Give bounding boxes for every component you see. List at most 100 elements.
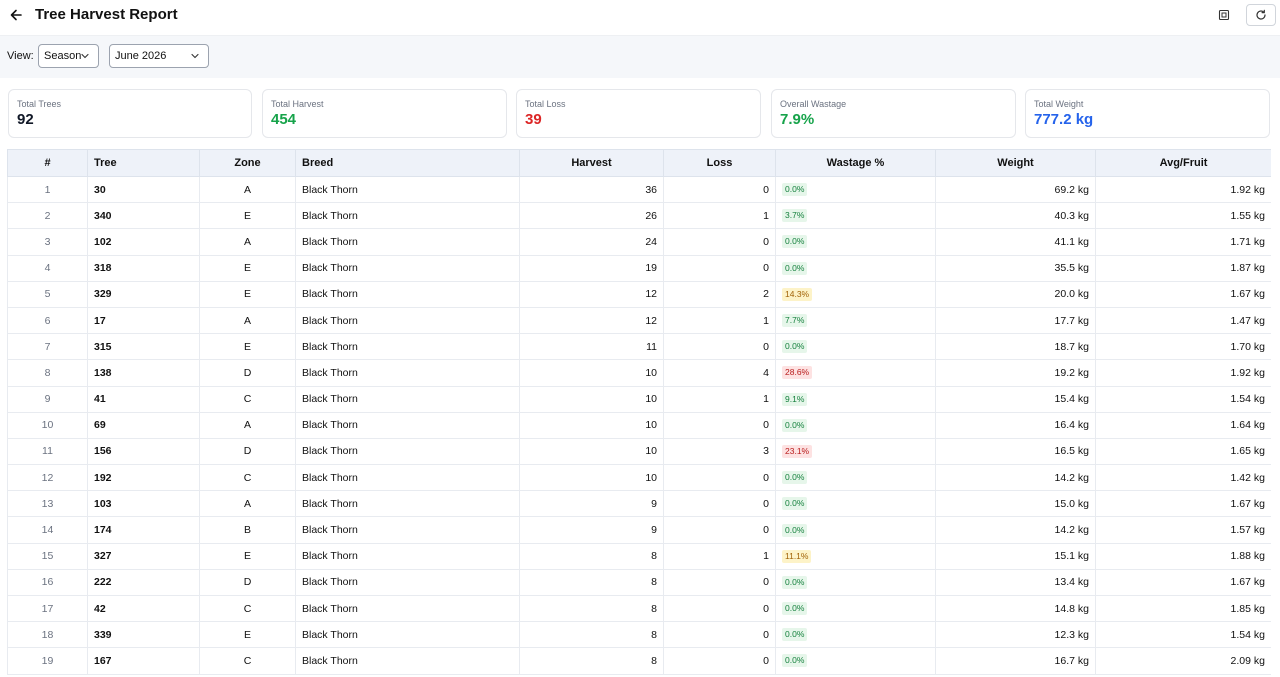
month-select[interactable]: June 2026 xyxy=(109,44,209,68)
weight-cell: 69.2 kg xyxy=(935,175,1096,204)
avg-fruit-cell: 1.47 kg xyxy=(1095,306,1271,335)
wastage-cell: 28.6% xyxy=(775,359,936,387)
wastage-cell: 0.0% xyxy=(775,175,936,204)
zone-cell: D xyxy=(199,437,296,466)
breed-cell: Black Thorn xyxy=(295,568,520,597)
harvest-cell: 8 xyxy=(519,568,664,597)
zone-cell: A xyxy=(199,175,296,204)
breed-cell: Black Thorn xyxy=(295,333,520,361)
export-button[interactable] xyxy=(1216,7,1232,23)
harvest-cell: 8 xyxy=(519,594,664,623)
overall-wastage-card: Overall Wastage 7.9% xyxy=(771,89,1016,138)
row-number: 19 xyxy=(7,647,88,675)
overall-wastage-value: 7.9% xyxy=(780,111,815,128)
tree-id: 174 xyxy=(87,516,200,544)
table-row[interactable]: 1 30 A Black Thorn 36 0 0.0% 69.2 kg 1.92 kg xyxy=(7,175,1271,204)
table-row[interactable]: 14 174 B Black Thorn 9 0 0.0% 14.2 kg 1.57 kg xyxy=(7,516,1271,544)
chevron-down-icon xyxy=(191,53,199,59)
table-row[interactable]: 10 69 A Black Thorn 10 0 0.0% 16.4 kg 1.64 kg xyxy=(7,411,1271,439)
table-row[interactable]: 4 318 E Black Thorn 19 0 0.0% 35.5 kg 1.87 kg xyxy=(7,254,1271,282)
tree-id: 138 xyxy=(87,359,200,387)
table-row[interactable]: 8 138 D Black Thorn 10 4 28.6% 19.2 kg 1.92 kg xyxy=(7,359,1271,387)
loss-cell: 0 xyxy=(663,621,776,649)
tree-id: 103 xyxy=(87,490,200,518)
loss-cell: 2 xyxy=(663,280,776,308)
col-header-number[interactable]: # xyxy=(7,149,88,177)
tree-id: 102 xyxy=(87,228,200,256)
table-row[interactable]: 11 156 D Black Thorn 10 3 23.1% 16.5 kg 1.65 kg xyxy=(7,437,1271,466)
col-header-wastage[interactable]: Wastage % xyxy=(775,149,936,177)
tree-id: 329 xyxy=(87,280,200,308)
weight-cell: 13.4 kg xyxy=(935,568,1096,597)
table-row[interactable]: 9 41 C Black Thorn 10 1 9.1% 15.4 kg 1.54 kg xyxy=(7,385,1271,413)
loss-cell: 0 xyxy=(663,594,776,623)
col-header-zone[interactable]: Zone xyxy=(199,149,296,177)
table-row[interactable]: 16 222 D Black Thorn 8 0 0.0% 13.4 kg 1.67 kg xyxy=(7,568,1271,597)
wastage-cell: 0.0% xyxy=(775,621,936,649)
table-row[interactable]: 12 192 C Black Thorn 10 0 0.0% 14.2 kg 1.42 kg xyxy=(7,464,1271,492)
zone-cell: A xyxy=(199,306,296,335)
col-header-harvest[interactable]: Harvest xyxy=(519,149,664,177)
avg-fruit-cell: 1.71 kg xyxy=(1095,228,1271,256)
wastage-cell: 0.0% xyxy=(775,568,936,597)
table-row[interactable]: 18 339 E Black Thorn 8 0 0.0% 12.3 kg 1.54 kg xyxy=(7,621,1271,649)
tree-id: 156 xyxy=(87,437,200,466)
wastage-badge: 0.0% xyxy=(782,418,808,432)
row-number: 5 xyxy=(7,280,88,308)
wastage-badge: 23.1% xyxy=(782,444,813,458)
table-row[interactable]: 13 103 A Black Thorn 9 0 0.0% 15.0 kg 1.67 kg xyxy=(7,490,1271,518)
back-button[interactable] xyxy=(6,5,26,25)
loss-cell: 0 xyxy=(663,568,776,597)
harvest-cell: 19 xyxy=(519,254,664,282)
wastage-badge: 3.7% xyxy=(782,209,808,223)
col-header-breed[interactable]: Breed xyxy=(295,149,520,177)
table-row[interactable]: 2 340 E Black Thorn 26 1 3.7% 40.3 kg 1.55 kg xyxy=(7,202,1271,230)
zone-cell: C xyxy=(199,647,296,675)
tree-id: 315 xyxy=(87,333,200,361)
total-weight-label: Total Weight xyxy=(1034,99,1084,109)
avg-fruit-cell: 1.55 kg xyxy=(1095,202,1271,230)
table-row[interactable]: 15 327 E Black Thorn 8 1 11.1% 15.1 kg 1.88 kg xyxy=(7,542,1271,570)
breed-cell: Black Thorn xyxy=(295,385,520,413)
tree-id: 167 xyxy=(87,647,200,675)
zone-cell: E xyxy=(199,333,296,361)
wastage-badge: 0.0% xyxy=(782,628,808,642)
breed-cell: Black Thorn xyxy=(295,175,520,204)
harvest-table-container: # Tree Zone Breed Harvest Loss Wastage %… xyxy=(7,149,1271,677)
table-row[interactable]: 7 315 E Black Thorn 11 0 0.0% 18.7 kg 1.70 kg xyxy=(7,333,1271,361)
table-row[interactable]: 17 42 C Black Thorn 8 0 0.0% 14.8 kg 1.85 kg xyxy=(7,594,1271,623)
avg-fruit-cell: 1.92 kg xyxy=(1095,359,1271,387)
table-row[interactable]: 19 167 C Black Thorn 8 0 0.0% 16.7 kg 2.09 kg xyxy=(7,647,1271,675)
total-weight-value: 777.2 kg xyxy=(1034,111,1094,128)
col-header-avg-fruit[interactable]: Avg/Fruit xyxy=(1095,149,1271,177)
col-header-tree[interactable]: Tree xyxy=(87,149,200,177)
table-row[interactable]: 5 329 E Black Thorn 12 2 14.3% 20.0 kg 1.67 kg xyxy=(7,280,1271,308)
total-loss-card: Total Loss 39 xyxy=(516,89,761,138)
weight-cell: 15.1 kg xyxy=(935,542,1096,570)
wastage-badge: 0.0% xyxy=(782,340,808,354)
table-row[interactable]: 6 17 A Black Thorn 12 1 7.7% 17.7 kg 1.47 kg xyxy=(7,306,1271,335)
total-trees-label: Total Trees xyxy=(17,99,62,109)
tree-id: 30 xyxy=(87,175,200,204)
col-header-loss[interactable]: Loss xyxy=(663,149,776,177)
refresh-button[interactable] xyxy=(1246,4,1276,26)
avg-fruit-cell: 1.67 kg xyxy=(1095,568,1271,597)
weight-cell: 16.4 kg xyxy=(935,411,1096,439)
avg-fruit-cell: 1.57 kg xyxy=(1095,516,1271,544)
zone-cell: C xyxy=(199,385,296,413)
avg-fruit-cell: 1.54 kg xyxy=(1095,385,1271,413)
breed-cell: Black Thorn xyxy=(295,228,520,256)
zone-cell: E xyxy=(199,621,296,649)
table-row[interactable]: 3 102 A Black Thorn 24 0 0.0% 41.1 kg 1.71 kg xyxy=(7,228,1271,256)
tree-id: 318 xyxy=(87,254,200,282)
row-number: 12 xyxy=(7,464,88,492)
tree-id: 41 xyxy=(87,385,200,413)
col-header-weight[interactable]: Weight xyxy=(935,149,1096,177)
avg-fruit-cell: 1.88 kg xyxy=(1095,542,1271,570)
wastage-badge: 0.0% xyxy=(782,471,808,485)
tree-id: 339 xyxy=(87,621,200,649)
wastage-badge: 14.3% xyxy=(782,287,813,301)
view-mode-select[interactable]: Season xyxy=(38,44,99,68)
total-trees-card: Total Trees 92 xyxy=(8,89,252,138)
weight-cell: 19.2 kg xyxy=(935,359,1096,387)
